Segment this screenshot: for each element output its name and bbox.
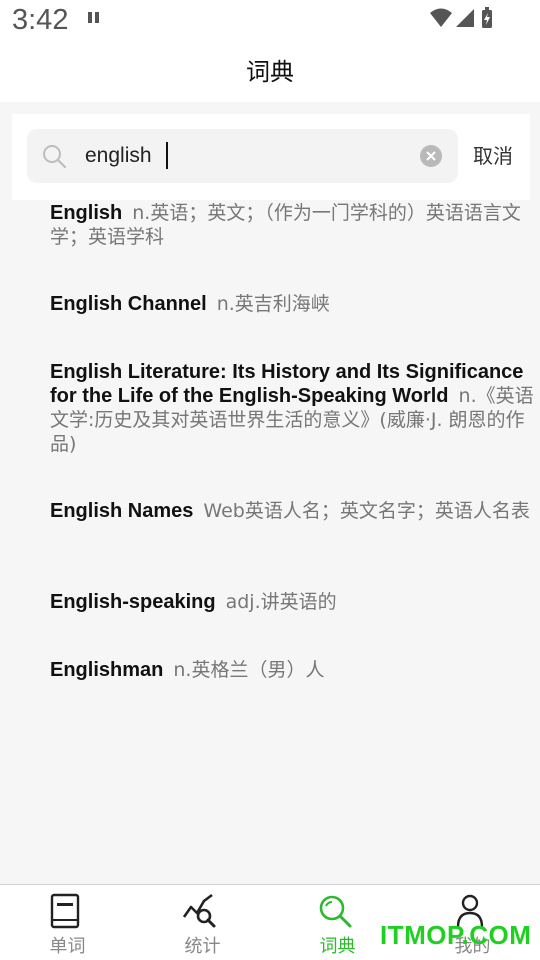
tab-words[interactable]: 单词 [0,885,135,960]
status-time: 3:42 [12,4,69,36]
result-word: English-speaking [50,591,216,613]
search-icon [43,145,67,169]
clear-icon[interactable] [419,144,443,168]
header: 词典 [0,46,540,102]
result-word: English Literature: Its History and Its … [50,361,524,407]
list-item[interactable]: Englishman n.英格兰（男）人 [50,658,534,682]
status-bar: 3:42 [0,0,540,46]
result-definition: n.英吉利海峡 [216,293,330,315]
result-definition: Web英语人名；英文名字；英语人名表 [203,500,530,522]
signal-icon [456,9,474,27]
search-input[interactable] [85,139,405,173]
status-icons [430,7,492,28]
list-item[interactable]: English Names Web英语人名；英文名字；英语人名表 [50,499,534,523]
result-definition: n.英格兰（男）人 [173,659,325,681]
page-title: 词典 [246,58,294,86]
result-word: English Names [50,500,194,522]
text-caret [166,142,168,169]
list-item[interactable]: English n.英语；英文；（作为一门学科的）英语语言文学；英语学科 [50,201,534,249]
search-box[interactable] [27,129,458,183]
battery-icon [482,7,492,28]
pause-icon [88,12,100,24]
stats-icon [182,893,216,928]
tab-stats[interactable]: 统计 [135,885,270,960]
wifi-icon [430,8,452,27]
result-word: English [50,202,123,224]
search-panel: 取消 [12,114,530,200]
result-definition: adj.讲英语的 [225,591,337,613]
list-item[interactable]: English-speaking adj.讲英语的 [50,590,534,614]
tab-label: 统计 [184,936,221,957]
search-icon [319,895,352,928]
result-word: English Channel [50,293,207,315]
list-item[interactable]: English Channel n.英吉利海峡 [50,292,534,316]
book-icon [50,893,80,929]
cancel-button[interactable]: 取消 [473,140,513,169]
list-item[interactable]: English Literature: Its History and Its … [50,360,534,456]
watermark: ITMOP.COM [380,920,532,950]
tab-label: 单词 [49,936,86,957]
result-word: Englishman [50,659,164,681]
